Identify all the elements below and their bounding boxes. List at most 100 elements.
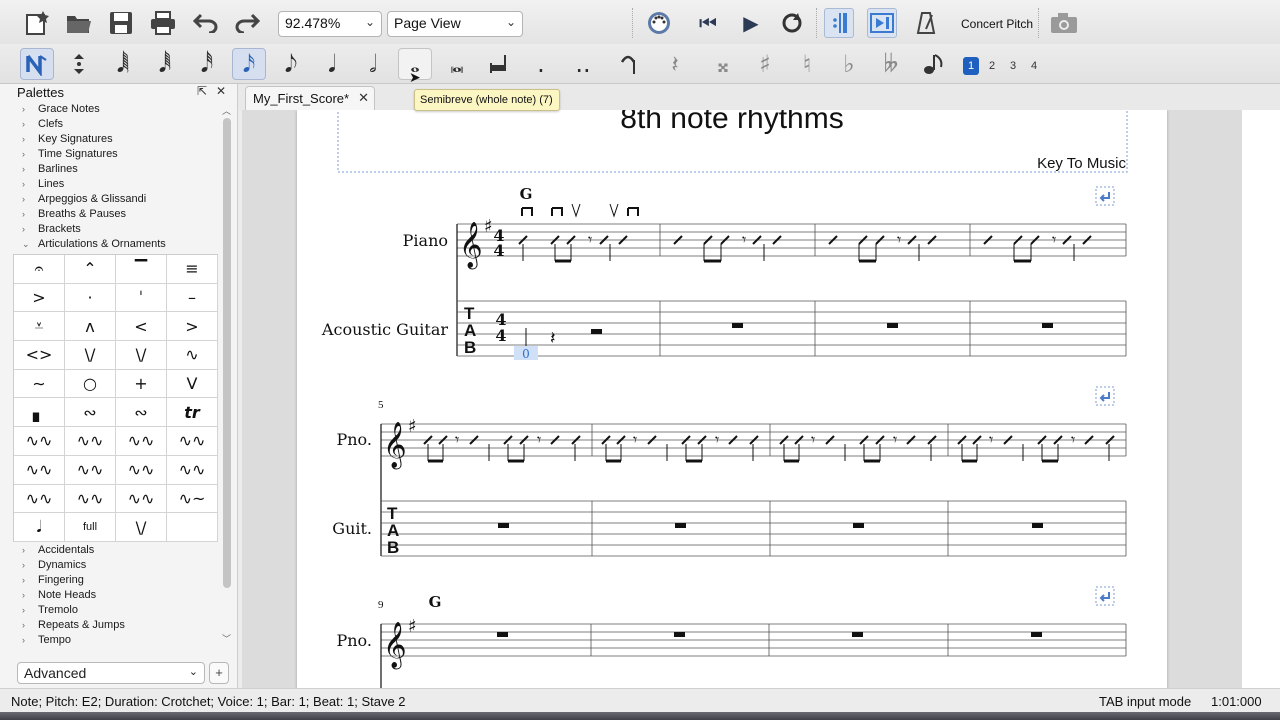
system-break-icon[interactable] xyxy=(1095,586,1115,606)
voice-1-button[interactable]: 1 xyxy=(963,57,979,75)
voice-4-button[interactable]: 4 xyxy=(1026,57,1042,75)
palette-cell[interactable]: 𝄐 xyxy=(14,255,65,284)
palette-section-fingering[interactable]: › Fingering xyxy=(22,573,222,588)
palette-cell[interactable]: ▔ xyxy=(116,255,167,284)
palette-cell[interactable]: ∿∿ xyxy=(167,427,218,456)
palette-section-lines[interactable]: › Lines xyxy=(22,177,222,192)
play-repeats-icon[interactable] xyxy=(824,8,854,38)
close-icon[interactable]: ✕ xyxy=(216,84,226,98)
double-flat-icon[interactable]: 𝄫 xyxy=(874,48,908,80)
fret-number[interactable]: 0 xyxy=(522,347,530,361)
double-sharp-icon[interactable]: 𝄪 xyxy=(706,48,740,80)
palette-section-note-heads[interactable]: › Note Heads xyxy=(22,588,222,603)
palette-cell[interactable] xyxy=(167,513,218,542)
view-mode-select[interactable]: Page View ⌄ xyxy=(387,11,523,37)
palette-cell[interactable]: ᴧ xyxy=(65,312,116,342)
augmentation-dot-icon[interactable]: . xyxy=(524,48,558,80)
undo-icon[interactable] xyxy=(191,8,221,38)
palette-cell[interactable]: full xyxy=(65,513,116,542)
palette-section-tremolo[interactable]: › Tremolo xyxy=(22,603,222,618)
whole-note-half-icon[interactable]: 𝅗𝅥 xyxy=(356,48,390,80)
midi-input-icon[interactable] xyxy=(644,8,674,38)
palette-section-clefs[interactable]: › Clefs xyxy=(22,117,222,132)
16th-note-icon[interactable]: 𝅘𝅥𝅰 xyxy=(190,48,224,80)
close-icon[interactable]: ✕ xyxy=(358,90,369,106)
rewind-icon[interactable]: ⏮ xyxy=(693,8,723,38)
quarter-note-icon[interactable]: 𝅘𝅥𝅮 xyxy=(274,48,308,80)
chord-symbol[interactable]: G xyxy=(429,593,442,611)
composer-text[interactable]: Key To Music xyxy=(1037,155,1126,172)
zoom-select[interactable]: 92.478% ⌄ xyxy=(278,11,382,37)
palette-cell[interactable]: ∿∿ xyxy=(116,455,167,485)
pan-score-icon[interactable] xyxy=(867,8,897,38)
step-time-icon[interactable] xyxy=(62,48,96,80)
score-canvas[interactable]: 8th note rhythms Key To Music Piano Acou… xyxy=(242,110,1280,688)
instrument-short-name-piano[interactable]: Pno. xyxy=(336,430,372,449)
instrument-short-name-piano[interactable]: Pno. xyxy=(336,631,372,650)
chevron-down-icon[interactable]: ﹀ xyxy=(222,632,231,645)
breve-icon[interactable]: 𝅜 xyxy=(440,48,474,80)
metronome-icon[interactable] xyxy=(911,8,941,38)
new-score-icon[interactable] xyxy=(22,8,52,38)
redo-icon[interactable] xyxy=(232,8,262,38)
note-input-mode-icon[interactable] xyxy=(20,48,54,80)
palette-cell[interactable]: 𝅘𝅥 xyxy=(14,513,65,542)
palette-cell[interactable]: ∿∿ xyxy=(65,484,116,514)
open-folder-icon[interactable] xyxy=(64,8,94,38)
32nd-note-icon[interactable]: 𝅘𝅥𝅱 xyxy=(148,48,182,80)
palette-cell[interactable]: ∿∿ xyxy=(14,455,65,485)
palette-cell[interactable]: tr xyxy=(167,398,218,428)
longa-icon[interactable] xyxy=(482,48,516,80)
palette-cell[interactable]: – xyxy=(167,283,218,313)
palette-section-brackets[interactable]: › Brackets xyxy=(22,222,222,237)
palette-cell[interactable]: ∿∿ xyxy=(14,427,65,456)
flip-direction-icon[interactable] xyxy=(917,48,951,80)
print-icon[interactable] xyxy=(148,8,178,38)
palettes-scrollbar[interactable]: ︿ ﹀ xyxy=(221,104,233,650)
palette-cell[interactable]: ∿∿ xyxy=(14,484,65,514)
palette-cell[interactable]: ∿∿ xyxy=(65,427,116,456)
instrument-name-guitar[interactable]: Acoustic Guitar xyxy=(321,320,448,339)
palette-cell[interactable]: ∿∿ xyxy=(65,455,116,485)
palette-section-tempo[interactable]: › Tempo xyxy=(22,633,222,648)
8th-note-icon[interactable]: 𝅘𝅥𝅯 xyxy=(232,48,266,80)
palette-cell[interactable]: ∼ xyxy=(14,369,65,399)
palette-cell[interactable]: \/ xyxy=(65,341,116,370)
double-dot-icon[interactable]: .. xyxy=(566,48,600,80)
palette-section-breaths-pauses[interactable]: › Breaths & Pauses xyxy=(22,207,222,222)
score-title[interactable]: 8th note rhythms xyxy=(620,110,843,135)
loop-icon[interactable] xyxy=(777,8,807,38)
palette-section-grace-notes[interactable]: › Grace Notes xyxy=(22,102,222,117)
system-break-icon[interactable] xyxy=(1095,386,1115,406)
palette-section-accidentals[interactable]: › Accidentals xyxy=(22,543,222,558)
voice-3-button[interactable]: 3 xyxy=(1005,57,1021,75)
palette-section-barlines[interactable]: › Barlines xyxy=(22,162,222,177)
palette-cell[interactable]: ≡ xyxy=(167,255,218,284)
palette-section-key-signatures[interactable]: › Key Signatures xyxy=(22,132,222,147)
chord-symbol[interactable]: G xyxy=(520,185,533,203)
palette-cell[interactable]: ∿∿ xyxy=(116,427,167,456)
palette-cell[interactable]: ⩡ xyxy=(14,312,65,342)
natural-icon[interactable]: ♮ xyxy=(790,48,824,80)
palette-cell[interactable]: \/ xyxy=(116,341,167,370)
palette-section-articulations-ornaments[interactable]: ⌄ Articulations & Ornaments xyxy=(22,237,222,252)
voice-2-button[interactable]: 2 xyxy=(984,57,1000,75)
concert-pitch-toggle[interactable]: Concert Pitch xyxy=(961,17,1033,31)
tab-my-first-score[interactable]: My_First_Score* ✕ xyxy=(245,86,375,110)
palette-cell[interactable]: + xyxy=(116,369,167,399)
rest-icon[interactable]: 𝄽 xyxy=(658,48,692,80)
palette-cell[interactable]: ∿~ xyxy=(167,484,218,514)
sharp-icon[interactable]: ♯ xyxy=(748,48,782,80)
palette-cell[interactable]: > xyxy=(14,283,65,313)
tie-icon[interactable] xyxy=(612,48,646,80)
palette-cell[interactable]: \/ xyxy=(116,513,167,542)
camera-icon[interactable] xyxy=(1049,8,1079,38)
instrument-short-name-guitar[interactable]: Guit. xyxy=(332,519,372,538)
palette-cell[interactable]: ○ xyxy=(65,369,116,399)
system-break-icon[interactable] xyxy=(1095,186,1115,206)
palette-cell[interactable]: ∿∿ xyxy=(116,484,167,514)
palette-cell[interactable]: ˈ xyxy=(116,283,167,313)
palette-cell[interactable]: ∿ xyxy=(167,341,218,370)
palette-section-repeats-jumps[interactable]: › Repeats & Jumps xyxy=(22,618,222,633)
save-icon[interactable] xyxy=(106,8,136,38)
